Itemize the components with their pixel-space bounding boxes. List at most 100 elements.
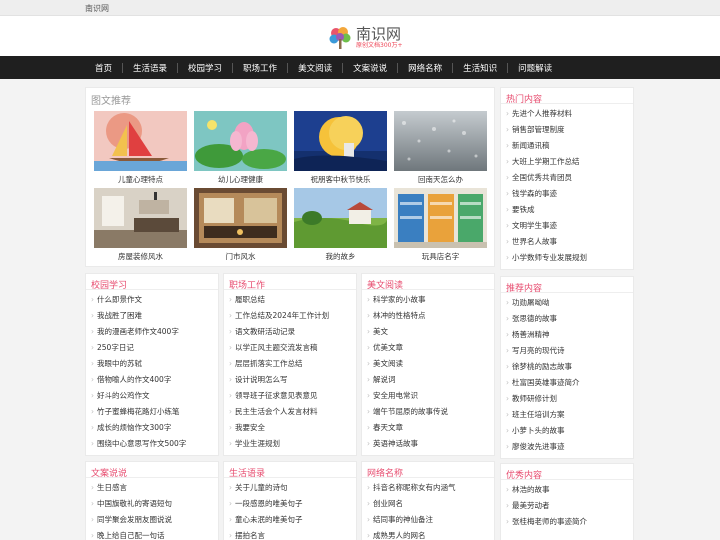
picture-card[interactable]: 门市风水 bbox=[194, 188, 287, 262]
list-item[interactable]: 我的漫画老师作文400字 bbox=[91, 324, 213, 340]
picture-card[interactable]: 祝朋客中秋节快乐 bbox=[294, 111, 387, 185]
list-item[interactable]: 250字日记 bbox=[91, 340, 213, 356]
rain-window-image[interactable] bbox=[394, 111, 487, 171]
nav-item[interactable]: 职场工作 bbox=[233, 62, 287, 74]
list-item[interactable]: 小萝卜头的故事 bbox=[506, 423, 628, 439]
list-item[interactable]: 成长的烦恼作文300字 bbox=[91, 420, 213, 436]
list-item[interactable]: 安全用电常识 bbox=[367, 388, 489, 404]
list-item[interactable]: 文明学生事迹 bbox=[506, 218, 628, 234]
list-item[interactable]: 新闻通讯稿 bbox=[506, 138, 628, 154]
picture-caption[interactable]: 祝朋客中秋节快乐 bbox=[294, 174, 387, 185]
list-item[interactable]: 设计说明怎么写 bbox=[229, 372, 351, 388]
picture-card[interactable]: 儿童心理特点 bbox=[94, 111, 187, 185]
sailboat-drawing-image[interactable] bbox=[94, 111, 187, 171]
list-item[interactable]: 林冲的性格特点 bbox=[367, 308, 489, 324]
picture-caption[interactable]: 幼儿心理健康 bbox=[194, 174, 287, 185]
list-item[interactable]: 杜富国英雄事迹简介 bbox=[506, 375, 628, 391]
list-item[interactable]: 廖俊波先进事迹 bbox=[506, 439, 628, 455]
picture-caption[interactable]: 门市风水 bbox=[194, 251, 287, 262]
list-item[interactable]: 解说词 bbox=[367, 372, 489, 388]
list-item[interactable]: 我要安全 bbox=[229, 420, 351, 436]
nav-item[interactable]: 美文阅读 bbox=[288, 62, 342, 74]
picture-caption[interactable]: 回南天怎么办 bbox=[394, 174, 487, 185]
site-name-link[interactable]: 南识网 bbox=[85, 3, 109, 14]
list-item[interactable]: 生日感言 bbox=[91, 480, 213, 496]
list-item[interactable]: 层层抓落实工作总结 bbox=[229, 356, 351, 372]
list-item[interactable]: 优美文章 bbox=[367, 340, 489, 356]
list-item[interactable]: 教师研修计划 bbox=[506, 391, 628, 407]
picture-caption[interactable]: 我的故乡 bbox=[294, 251, 387, 262]
list-item[interactable]: 领导班子征求意见表意见 bbox=[229, 388, 351, 404]
list-item[interactable]: 工作总结及2024年工作计划 bbox=[229, 308, 351, 324]
list-item[interactable]: 晚上给自己配一句话 bbox=[91, 528, 213, 540]
list-item[interactable]: 杨善洲精神 bbox=[506, 327, 628, 343]
list-item[interactable]: 要铁成 bbox=[506, 202, 628, 218]
list-item[interactable]: 最美劳动者 bbox=[506, 498, 628, 514]
picture-card[interactable]: 幼儿心理健康 bbox=[194, 111, 287, 185]
list-item[interactable]: 摆拍名言 bbox=[229, 528, 351, 540]
nav-item[interactable]: 问题解读 bbox=[508, 62, 562, 74]
list-item[interactable]: 徐梦桃的励志故事 bbox=[506, 359, 628, 375]
nav-item[interactable]: 文案说说 bbox=[343, 62, 397, 74]
site-logo[interactable]: 南识网 原创文档300万+ bbox=[297, 22, 421, 54]
picture-caption[interactable]: 儿童心理特点 bbox=[94, 174, 187, 185]
list-item[interactable]: 大班上学期工作总结 bbox=[506, 154, 628, 170]
list-item[interactable]: 创业网名 bbox=[367, 496, 489, 512]
list-item[interactable]: 美文阅读 bbox=[367, 356, 489, 372]
list-item[interactable]: 小学数师专业发展规划 bbox=[506, 250, 628, 266]
nav-item[interactable]: 网络名称 bbox=[398, 62, 452, 74]
nav-item[interactable]: 首页 bbox=[85, 62, 122, 74]
picture-card[interactable]: 玩具店名字 bbox=[394, 188, 487, 262]
list-item[interactable]: 竹子蜜蜂梅花路灯小练笔 bbox=[91, 404, 213, 420]
list-item[interactable]: 美文 bbox=[367, 324, 489, 340]
picture-caption[interactable]: 玩具店名字 bbox=[394, 251, 487, 262]
picture-card[interactable]: 我的故乡 bbox=[294, 188, 387, 262]
list-item[interactable]: 先进个人推荐材料 bbox=[506, 106, 628, 122]
list-item[interactable]: 春天文章 bbox=[367, 420, 489, 436]
list-item[interactable]: 结同事的神仙备注 bbox=[367, 512, 489, 528]
picture-caption[interactable]: 房屋装修风水 bbox=[94, 251, 187, 262]
list-item[interactable]: 张桂梅老师的事迹简介 bbox=[506, 514, 628, 530]
list-item[interactable]: 履职总结 bbox=[229, 292, 351, 308]
list-item[interactable]: 销售部管理制度 bbox=[506, 122, 628, 138]
list-item[interactable]: 林浩的故事 bbox=[506, 482, 628, 498]
room-interior-image[interactable] bbox=[94, 188, 187, 248]
list-item[interactable]: 全国优秀共青团员 bbox=[506, 170, 628, 186]
list-item[interactable]: 好斗的公鸡作文 bbox=[91, 388, 213, 404]
toy-shop-image[interactable] bbox=[394, 188, 487, 248]
list-item[interactable]: 我眼中的苏轼 bbox=[91, 356, 213, 372]
nav-item[interactable]: 校园学习 bbox=[178, 62, 232, 74]
list-item[interactable]: 张思德的故事 bbox=[506, 311, 628, 327]
list-item[interactable]: 语文教研活动记录 bbox=[229, 324, 351, 340]
list-item[interactable]: 童心未泯的唯美句子 bbox=[229, 512, 351, 528]
picture-card[interactable]: 房屋装修风水 bbox=[94, 188, 187, 262]
moon-drawing-image[interactable] bbox=[294, 111, 387, 171]
list-item[interactable]: 科学家的小故事 bbox=[367, 292, 489, 308]
lotus-drawing-image[interactable] bbox=[194, 111, 287, 171]
list-item[interactable]: 抖音名称昵称女有内涵气 bbox=[367, 480, 489, 496]
list-item[interactable]: 班主任培训方案 bbox=[506, 407, 628, 423]
list-item[interactable]: 以学正风主题交流发言稿 bbox=[229, 340, 351, 356]
countryside-image[interactable] bbox=[294, 188, 387, 248]
list-item[interactable]: 写月亮的现代诗 bbox=[506, 343, 628, 359]
list-item[interactable]: 关于儿童的诗句 bbox=[229, 480, 351, 496]
list-item[interactable]: 功勋屠呦呦 bbox=[506, 295, 628, 311]
list-item[interactable]: 民主生活会个人发言材料 bbox=[229, 404, 351, 420]
nav-item[interactable]: 生活知识 bbox=[453, 62, 507, 74]
list-item[interactable]: 中国旗敬礼的寄语短句 bbox=[91, 496, 213, 512]
list-item[interactable]: 钱学森的事迹 bbox=[506, 186, 628, 202]
list-item[interactable]: 一段感恩的唯美句子 bbox=[229, 496, 351, 512]
shop-front-image[interactable] bbox=[194, 188, 287, 248]
list-item[interactable]: 端午节屈原的故事传说 bbox=[367, 404, 489, 420]
list-item[interactable]: 什么即景作文 bbox=[91, 292, 213, 308]
list-item[interactable]: 学业生涯规划 bbox=[229, 436, 351, 452]
list-item[interactable]: 我战胜了困难 bbox=[91, 308, 213, 324]
list-item[interactable]: 成熟男人的网名 bbox=[367, 528, 489, 540]
list-item[interactable]: 同学聚会发朋友圈说说 bbox=[91, 512, 213, 528]
nav-item[interactable]: 生活语录 bbox=[123, 62, 177, 74]
list-item[interactable]: 世界名人故事 bbox=[506, 234, 628, 250]
list-item[interactable]: 借物喻人的作文400字 bbox=[91, 372, 213, 388]
picture-card[interactable]: 回南天怎么办 bbox=[394, 111, 487, 185]
list-item[interactable]: 英语神话故事 bbox=[367, 436, 489, 452]
list-item[interactable]: 围绕中心意思写作文500字 bbox=[91, 436, 213, 452]
